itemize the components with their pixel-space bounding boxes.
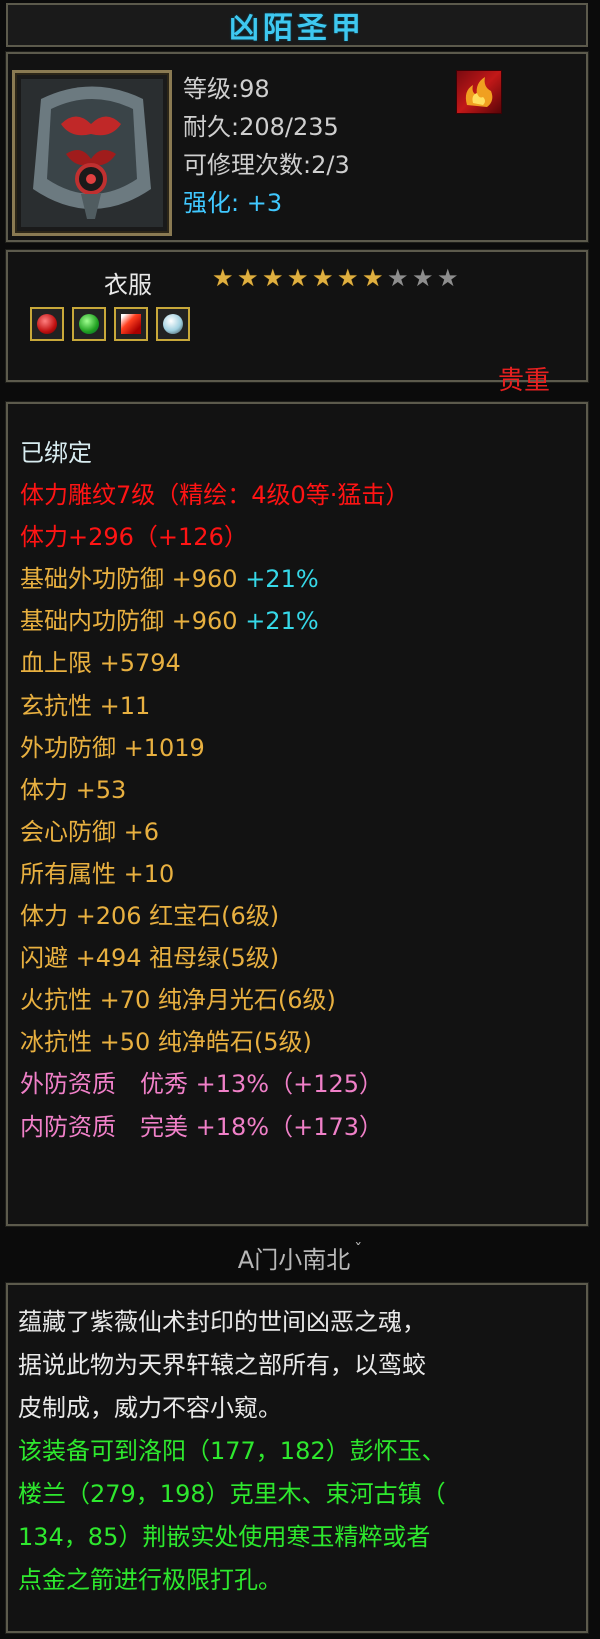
base-inner-def-line: 基础内功防御 +960 +21% [20, 600, 409, 642]
crit-def-line: 会心防御 +6 [20, 817, 160, 846]
gem-stat-line: 体力 +206 红宝石(6级) [20, 902, 280, 931]
outer-quality-line: 外防资质 优秀 +13%（+125） [20, 1070, 383, 1099]
red-gem-icon[interactable] [30, 307, 64, 341]
inner-quality-line: 内防资质 完美 +18%（+173） [20, 1112, 383, 1141]
stamina-total-line: 体力+296（+126） [20, 523, 248, 552]
armor-icon [21, 79, 163, 227]
gem-stat-line: 火抗性 +70 纯净月光石(6级) [20, 986, 336, 1015]
maker-row: A门小南北 ˇ [0, 1240, 600, 1275]
green-gem-icon[interactable] [72, 307, 106, 341]
chevron-down-icon[interactable]: ˇ [354, 1240, 362, 1259]
fire-badge-icon [456, 70, 502, 114]
outer-def-line: 外功防御 +1019 [20, 733, 205, 762]
gem-stat-line: 闪避 +494 祖母绿(5级) [20, 944, 280, 973]
base-outer-def-line: 基础外功防御 +960 +21% [20, 558, 409, 600]
enhance-value: +3 [246, 189, 283, 217]
base-inner-def: 基础内功防御 +960 [20, 607, 238, 636]
mystic-res-line: 玄抗性 +11 [20, 691, 151, 720]
item-tooltip: 凶陌圣甲 等级:98 耐久:208/235 可修理次数:2/3 强化: +3 衣… [0, 0, 600, 1639]
star-icon: ★ [262, 264, 284, 292]
attribute-list: 已绑定 体力雕纹7级（精绘：4级0等·猛击） 体力+296（+126） 基础外功… [20, 432, 409, 1148]
gem-stat-line: 冰抗性 +50 纯净皓石(5级) [20, 1028, 312, 1057]
star-empty-icon: ★ [387, 264, 409, 292]
star-icon: ★ [362, 264, 384, 292]
star-icon: ★ [312, 264, 334, 292]
item-title-bar: 凶陌圣甲 [6, 3, 588, 47]
item-category: 衣服 [104, 271, 152, 299]
maker-name: A门小南北 [237, 1246, 351, 1274]
hint-line: 该装备可到洛阳（177，182）彭怀玉、 [18, 1437, 446, 1465]
lore-line: 据说此物为天界轩辕之部所有，以鸾蛟 [18, 1351, 426, 1379]
bound-status: 已绑定 [20, 439, 92, 467]
item-stats: 等级:98 耐久:208/235 可修理次数:2/3 强化: +3 [183, 70, 350, 222]
base-outer-def: 基础外功防御 +960 [20, 565, 238, 594]
hint-line: 点金之箭进行极限打孔。 [18, 1566, 282, 1594]
item-enhance: 强化: +3 [183, 184, 350, 222]
star-icon: ★ [212, 264, 234, 292]
item-durability: 耐久:208/235 [183, 113, 339, 141]
carving-line: 体力雕纹7级（精绘：4级0等·猛击） [20, 481, 410, 510]
base-outer-def-pct: +21% [245, 565, 319, 594]
item-repair-count: 可修理次数:2/3 [183, 151, 350, 179]
base-inner-def-pct: +21% [245, 607, 319, 636]
star-icon: ★ [287, 264, 309, 292]
hint-line: 134，85）荆嵌实处使用寒玉精粹或者 [18, 1523, 431, 1551]
item-level: 等级:98 [183, 75, 270, 103]
rarity-label: 贵重 [497, 366, 550, 396]
moon-gem-icon[interactable] [156, 307, 190, 341]
item-icon[interactable] [12, 70, 172, 236]
enhance-label: 强化: [183, 189, 240, 217]
star-rating: ★ ★ ★ ★ ★ ★ ★ ★ ★ ★ [212, 264, 459, 292]
star-icon: ★ [337, 264, 359, 292]
stamina-line: 体力 +53 [20, 775, 127, 804]
star-empty-icon: ★ [437, 264, 459, 292]
lore-line: 蕴藏了紫薇仙术封印的世间凶恶之魂， [18, 1308, 426, 1336]
item-name: 凶陌圣甲 [229, 11, 365, 46]
description: 蕴藏了紫薇仙术封印的世间凶恶之魂， 据说此物为天界轩辕之部所有，以鸾蛟 皮制成，… [18, 1301, 578, 1602]
star-icon: ★ [237, 264, 259, 292]
hint-line: 楼兰（279，198）克里木、束河古镇（ [18, 1480, 446, 1508]
socket-gems [30, 307, 190, 341]
all-attr-line: 所有属性 +10 [20, 859, 175, 888]
category-row: 衣服 ★ ★ ★ ★ ★ ★ ★ ★ ★ ★ [0, 265, 600, 301]
lore-line: 皮制成，威力不容小窥。 [18, 1394, 282, 1422]
flame-gem-icon[interactable] [114, 307, 148, 341]
hp-max-line: 血上限 +5794 [20, 649, 181, 678]
star-empty-icon: ★ [412, 264, 434, 292]
